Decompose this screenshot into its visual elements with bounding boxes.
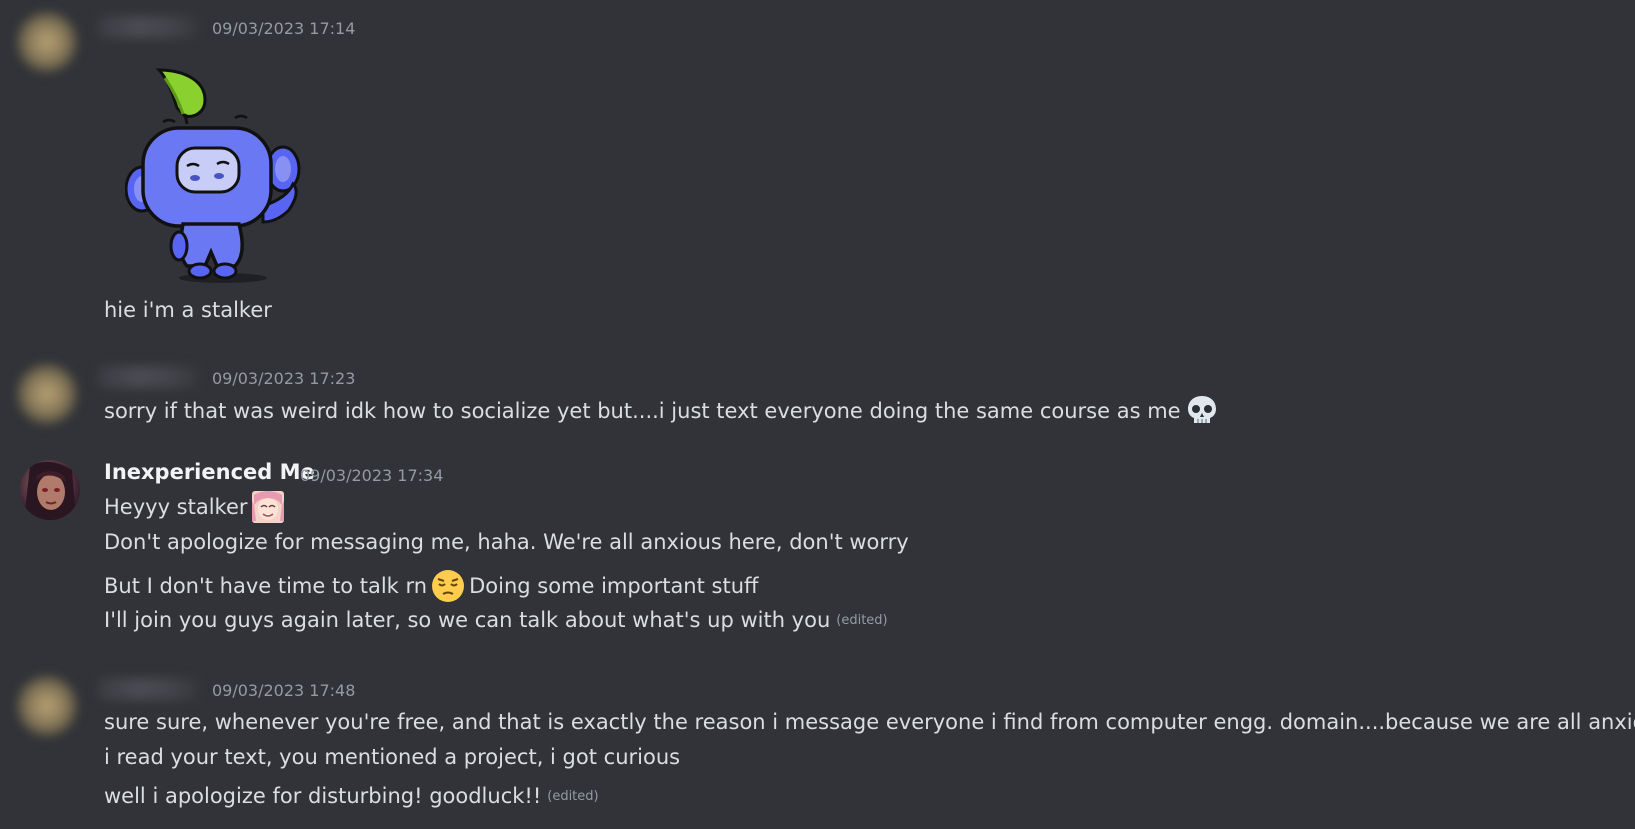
edited-label: (edited) <box>836 612 888 628</box>
message-text: sure sure, whenever you're free, and tha… <box>104 710 1635 734</box>
user-avatar-blurred[interactable] <box>17 12 77 72</box>
message-content[interactable]: But I don't have time to talk rn Doing s… <box>104 569 758 603</box>
message-text: But I don't have time to talk rn <box>104 574 428 598</box>
message-content[interactable]: well i apologize for disturbing! goodluc… <box>104 784 599 808</box>
username-blurred[interactable] <box>98 366 198 388</box>
user-avatar-blurred[interactable] <box>17 364 77 424</box>
message-content[interactable]: hie i'm a stalker <box>104 298 272 322</box>
message-timestamp: 09/03/2023 17:34 <box>300 466 444 485</box>
user-avatar-blurred[interactable] <box>17 676 77 736</box>
user-avatar[interactable] <box>20 460 80 520</box>
message-content[interactable]: sorry if that was weird idk how to socia… <box>104 394 1223 428</box>
message-content[interactable]: i read your text, you mentioned a projec… <box>104 745 680 769</box>
avatar-portrait-icon <box>24 461 76 520</box>
message-content[interactable]: I'll join you guys again later, so we ca… <box>104 608 888 632</box>
pensive-face-emoji <box>432 570 465 602</box>
message-text: Doing some important stuff <box>469 574 759 598</box>
message-text: hie i'm a stalker <box>104 298 272 322</box>
message-content[interactable]: sure sure, whenever you're free, and tha… <box>104 706 1635 738</box>
message-timestamp: 09/03/2023 17:23 <box>212 369 356 388</box>
message-text: I'll join you guys again later, so we ca… <box>104 608 831 632</box>
message-text: Don't apologize for messaging me, haha. … <box>104 530 909 554</box>
message-author[interactable]: Inexperienced Me <box>104 460 315 484</box>
message-content[interactable]: Heyyy stalker <box>104 491 288 523</box>
message-timestamp: 09/03/2023 17:14 <box>212 19 356 38</box>
wumpus-sticker[interactable] <box>125 66 305 286</box>
username-blurred[interactable] <box>98 678 198 700</box>
message-text: i read your text, you mentioned a projec… <box>104 745 681 769</box>
message-timestamp: 09/03/2023 17:48 <box>212 681 356 700</box>
message-text: sorry if that was weird idk how to socia… <box>104 399 1181 423</box>
message-content[interactable]: Don't apologize for messaging me, haha. … <box>104 530 909 554</box>
anime-face-emoji <box>251 491 284 523</box>
message-text: Heyyy stalker <box>104 495 248 519</box>
username-blurred[interactable] <box>98 16 198 38</box>
message-text: well i apologize for disturbing! goodluc… <box>104 784 542 808</box>
edited-label: (edited) <box>547 788 599 804</box>
skull-emoji <box>1187 396 1216 423</box>
